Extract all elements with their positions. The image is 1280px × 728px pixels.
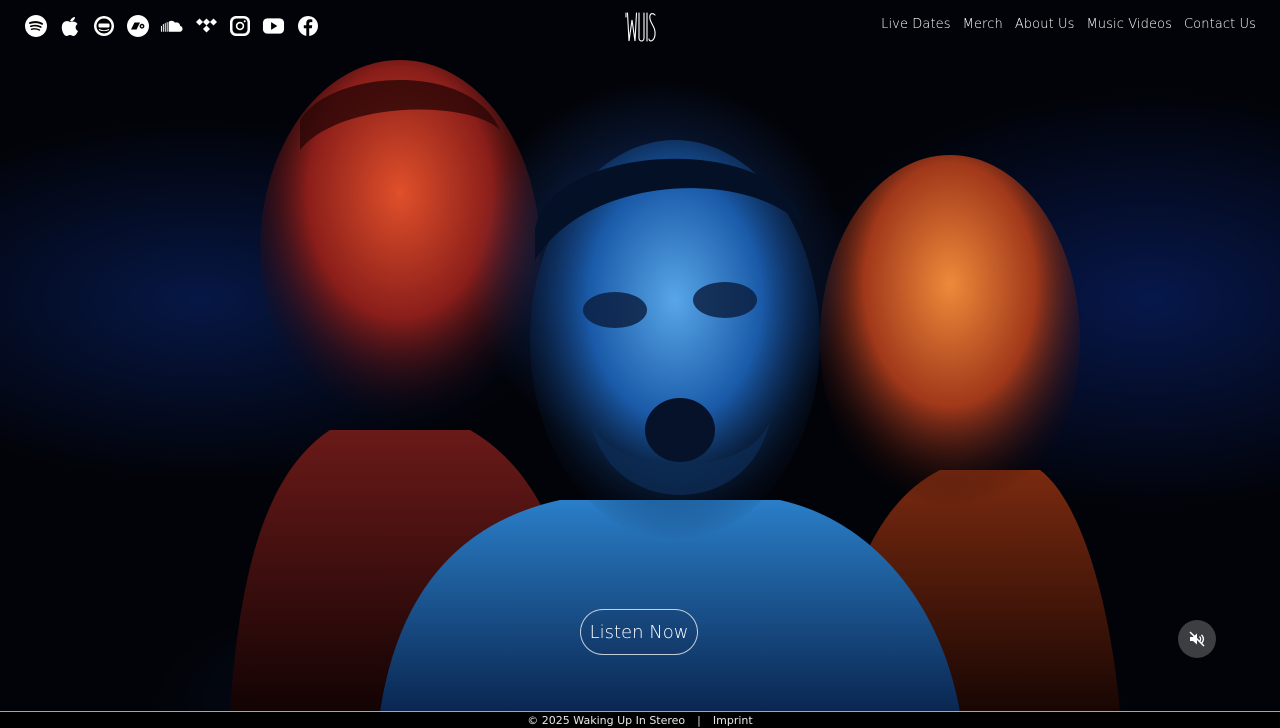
instagram-icon[interactable]	[228, 14, 251, 37]
nav-live-dates[interactable]: Live Dates	[881, 17, 951, 32]
nav-music-videos[interactable]: Music Videos	[1086, 17, 1172, 32]
listen-now-button[interactable]: Listen Now	[580, 609, 698, 655]
main-navigation: Live Dates Merch About Us Music Videos C…	[881, 17, 1256, 32]
nav-about-us[interactable]: About Us	[1015, 17, 1075, 32]
nav-contact-us[interactable]: Contact Us	[1184, 17, 1256, 32]
footer-separator: |	[697, 713, 701, 727]
logo-mark	[625, 12, 656, 42]
band-photo	[230, 60, 1120, 712]
amazon-music-icon[interactable]	[92, 14, 115, 37]
speaker-muted-icon	[1189, 631, 1205, 647]
mute-toggle-button[interactable]	[1178, 620, 1216, 658]
footer: © 2025 Waking Up In Stereo | Imprint	[0, 711, 1280, 728]
spotify-icon[interactable]	[24, 14, 47, 37]
social-links	[24, 14, 319, 37]
nav-merch[interactable]: Merch	[963, 17, 1003, 32]
bandcamp-icon[interactable]	[126, 14, 149, 37]
band-logo[interactable]	[623, 10, 657, 44]
hero-background-image	[0, 0, 1280, 712]
apple-music-icon[interactable]	[58, 14, 81, 37]
youtube-icon[interactable]	[262, 14, 285, 37]
tidal-icon[interactable]	[194, 14, 217, 37]
footer-imprint-link[interactable]: Imprint	[713, 714, 753, 727]
footer-copyright: © 2025 Waking Up In Stereo	[527, 713, 686, 727]
soundcloud-icon[interactable]	[160, 14, 183, 37]
facebook-icon[interactable]	[296, 14, 319, 37]
